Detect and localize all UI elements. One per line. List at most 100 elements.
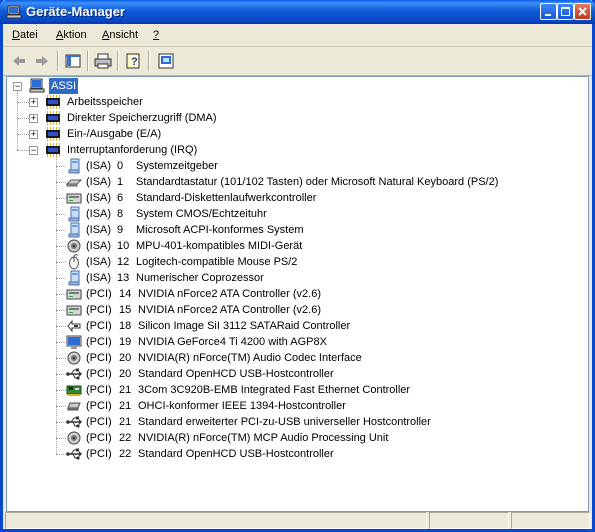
tree-connector (56, 310, 66, 311)
maximize-icon (558, 4, 573, 19)
maximize-button[interactable] (557, 3, 574, 20)
menu-bar: Datei Aktion Ansicht ? (3, 24, 592, 47)
properties-button[interactable] (155, 50, 177, 72)
mouse-icon (69, 254, 79, 270)
irq-bus: (ISA) (86, 240, 112, 252)
expand-toggle[interactable]: + (29, 130, 38, 139)
system-icon (68, 206, 80, 222)
irq-device-name: Standard-Diskettenlaufwerkcontroller (136, 192, 317, 204)
irq-device-name: Standard OpenHCD USB-Hostcontroller (138, 448, 334, 460)
irq-device-name: NVIDIA(R) nForce(TM) MCP Audio Processin… (138, 432, 389, 444)
device-tree[interactable]: − ASSI + Arbeitsspeicher + Direkter Speiche… (6, 76, 589, 512)
title-bar[interactable]: Geräte-Manager (0, 0, 595, 24)
menu-datei[interactable]: Datei (12, 29, 38, 41)
irq-number: 8 (117, 208, 124, 220)
irq-device-row[interactable]: (ISA) 13 Numerischer Coprozessor (7, 270, 582, 286)
tree-connector (17, 118, 29, 119)
irq-number: 18 (119, 320, 132, 332)
irq-device-name: Standardtastatur (101/102 Tasten) oder M… (136, 176, 499, 188)
tree-connector (17, 102, 29, 103)
tree-connector (56, 182, 66, 183)
irq-bus: (ISA) (86, 176, 112, 188)
menu-aktion[interactable]: Aktion (56, 29, 87, 41)
help-button[interactable]: ? (123, 50, 145, 72)
irq-device-row[interactable]: (PCI) 22 Standard OpenHCD USB-Hostcontroll… (7, 446, 582, 462)
collapse-toggle[interactable]: − (29, 146, 38, 155)
computer-icon (6, 5, 22, 19)
keyboard-icon (66, 179, 82, 187)
irq-device-row[interactable]: (ISA) 1 Standardtastatur (101/102 Tasten) … (7, 174, 582, 190)
collapse-toggle[interactable]: − (13, 82, 22, 91)
irq-device-name: MPU-401-kompatibles MIDI-Gerät (136, 240, 303, 252)
irq-device-name: System CMOS/Echtzeituhr (136, 208, 267, 220)
irq-device-row[interactable]: (PCI) 20 Standard OpenHCD USB-Hostcontroll… (7, 366, 582, 382)
irq-device-row[interactable]: (PCI) 14 NVIDIA nForce2 ATA Controller (v2… (7, 286, 582, 302)
back-arrow-icon (13, 56, 25, 66)
usb-icon (66, 368, 82, 380)
forward-button[interactable] (31, 50, 53, 72)
irq-number: 6 (117, 192, 124, 204)
tree-connector (56, 246, 66, 247)
irq-device-row[interactable]: (PCI) 21 3Com 3C920B-EMB Integrated Fast E… (7, 382, 582, 398)
speaker-icon (67, 239, 81, 253)
irq-number: 21 (119, 400, 132, 412)
properties-icon (158, 53, 174, 69)
memory-chip-icon (46, 111, 60, 125)
irq-device-name: Silicon Image SiI 3112 SATARaid Controll… (138, 320, 351, 332)
irq-device-row[interactable]: (PCI) 19 NVIDIA GeForce4 Ti 4200 with AGP8… (7, 334, 582, 350)
irq-device-row[interactable]: (PCI) 18 Silicon Image SiI 3112 SATARaid C… (7, 318, 582, 334)
irq-number: 22 (119, 432, 132, 444)
menu-ansicht[interactable]: Ansicht (102, 29, 138, 41)
tree-connector (56, 214, 66, 215)
expand-toggle[interactable]: + (29, 98, 38, 107)
irq-device-name: NVIDIA(R) nForce(TM) Audio Codec Interfa… (138, 352, 362, 364)
svg-text:?: ? (131, 56, 138, 68)
expand-toggle[interactable]: + (29, 114, 38, 123)
irq-number: 0 (117, 160, 124, 172)
irq-device-row[interactable]: (PCI) 21 OHCI-konformer IEEE 1394-Hostcont… (7, 398, 582, 414)
irq-device-row[interactable]: (ISA) 10 MPU-401-kompatibles MIDI-Gerät (7, 238, 582, 254)
tree-category[interactable]: − Interruptanforderung (IRQ) (7, 142, 567, 158)
irq-device-row[interactable]: (ISA) 0 Systemzeitgeber (7, 158, 582, 174)
irq-bus: (PCI) (86, 416, 112, 428)
tree-connector (56, 326, 66, 327)
irq-device-row[interactable]: (PCI) 15 NVIDIA nForce2 ATA Controller (v2… (7, 302, 582, 318)
minimize-button[interactable] (540, 3, 557, 20)
drive-controller-icon (66, 289, 82, 300)
close-button[interactable] (574, 3, 591, 20)
irq-bus: (PCI) (86, 304, 112, 316)
irq-bus: (PCI) (86, 384, 112, 396)
irq-device-row[interactable]: (PCI) 20 NVIDIA(R) nForce(TM) Audio Codec … (7, 350, 582, 366)
menu-help[interactable]: ? (153, 29, 159, 41)
toolbar-separator (57, 51, 59, 71)
show-hide-console-tree-button[interactable] (62, 50, 84, 72)
irq-bus: (PCI) (86, 368, 112, 380)
tree-root[interactable]: − ASSI (13, 78, 213, 94)
irq-device-name: Standard OpenHCD USB-Hostcontroller (138, 368, 334, 380)
status-bar (3, 510, 592, 529)
irq-device-row[interactable]: (ISA) 9 Microsoft ACPI-konformes System (7, 222, 582, 238)
irq-bus: (PCI) (86, 288, 112, 300)
back-button[interactable] (8, 50, 30, 72)
tree-category[interactable]: + Direkter Speicherzugriff (DMA) (7, 110, 567, 126)
tree-connector (56, 406, 66, 407)
category-label: Direkter Speicherzugriff (DMA) (67, 112, 217, 124)
tree-connector (17, 134, 29, 135)
tree-category[interactable]: + Arbeitsspeicher (7, 94, 567, 110)
irq-device-name: OHCI-konformer IEEE 1394-Hostcontroller (138, 400, 346, 412)
irq-device-row[interactable]: (ISA) 6 Standard-Diskettenlaufwerkcontroll… (7, 190, 582, 206)
irq-device-row[interactable]: (ISA) 8 System CMOS/Echtzeituhr (7, 206, 582, 222)
irq-number: 13 (117, 272, 130, 284)
irq-device-row[interactable]: (PCI) 22 NVIDIA(R) nForce(TM) MCP Audio Pr… (7, 430, 582, 446)
tree-category[interactable]: + Ein-/Ausgabe (E/A) (7, 126, 567, 142)
irq-device-row[interactable]: (ISA) 12 Logitech-compatible Mouse PS/2 (7, 254, 582, 270)
category-label: Ein-/Ausgabe (E/A) (67, 128, 162, 140)
irq-bus: (PCI) (86, 352, 112, 364)
irq-number: 22 (119, 448, 132, 460)
tree-connector (56, 230, 66, 231)
irq-bus: (ISA) (86, 272, 112, 284)
print-button[interactable] (92, 50, 114, 72)
minimize-icon (541, 4, 556, 19)
irq-device-row[interactable]: (PCI) 21 Standard erweiterter PCI-zu-USB u… (7, 414, 582, 430)
scsi-icon (67, 319, 81, 333)
